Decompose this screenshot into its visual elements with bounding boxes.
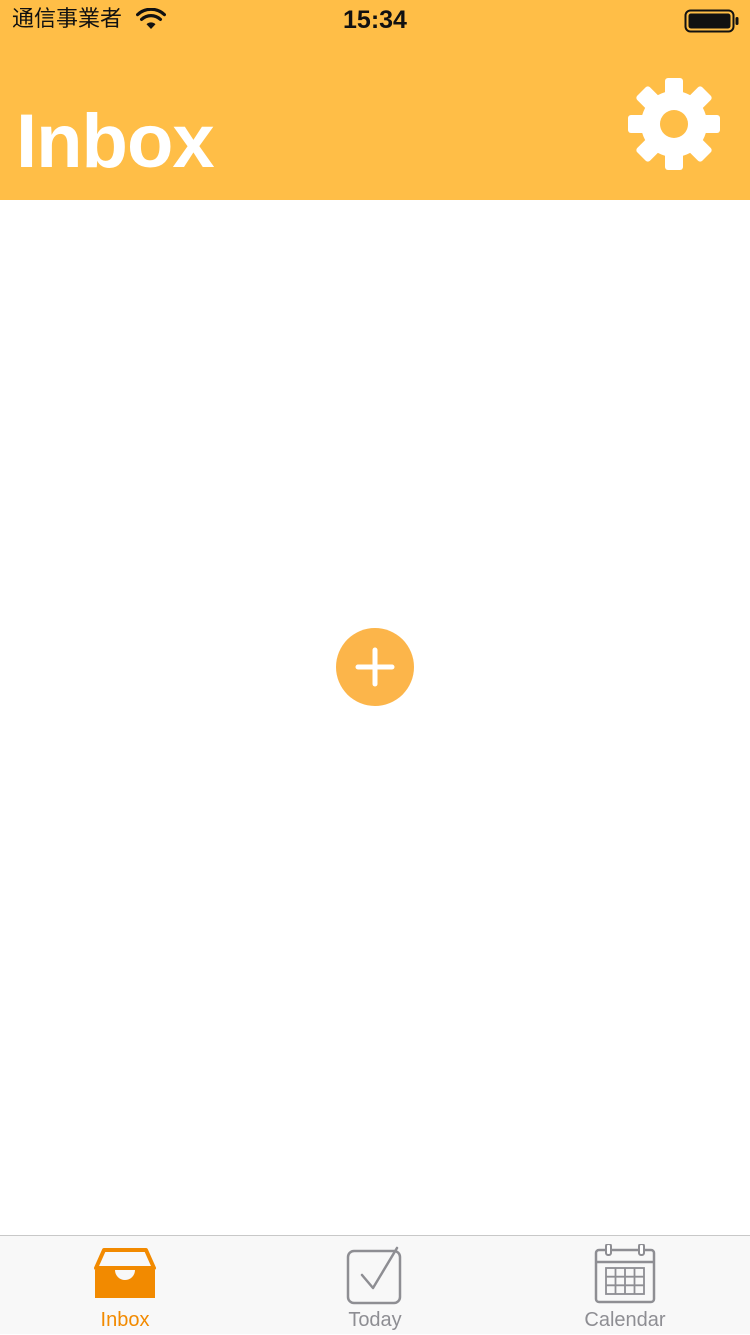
plus-icon [355,647,395,687]
tab-inbox[interactable]: Inbox [0,1236,250,1335]
page-title: Inbox [16,99,215,184]
tab-label: Calendar [584,1309,666,1331]
battery-full-icon [684,9,739,33]
gear-icon [628,78,720,170]
tab-bar: Inbox Today Calendar [0,1235,750,1334]
tab-calendar[interactable]: Calendar [500,1236,750,1335]
status-bar: 通信事業者 15:34 [0,0,750,40]
checkbox-icon [346,1246,402,1305]
settings-button[interactable] [624,74,724,174]
tab-today[interactable]: Today [250,1236,500,1335]
inbox-tray-icon [94,1248,156,1298]
tab-label: Inbox [100,1309,150,1331]
calendar-icon [594,1244,656,1304]
add-task-button[interactable] [336,628,414,706]
tab-label: Today [348,1309,402,1331]
header: 通信事業者 15:34 Inbox [0,0,750,200]
status-time: 15:34 [343,6,407,34]
